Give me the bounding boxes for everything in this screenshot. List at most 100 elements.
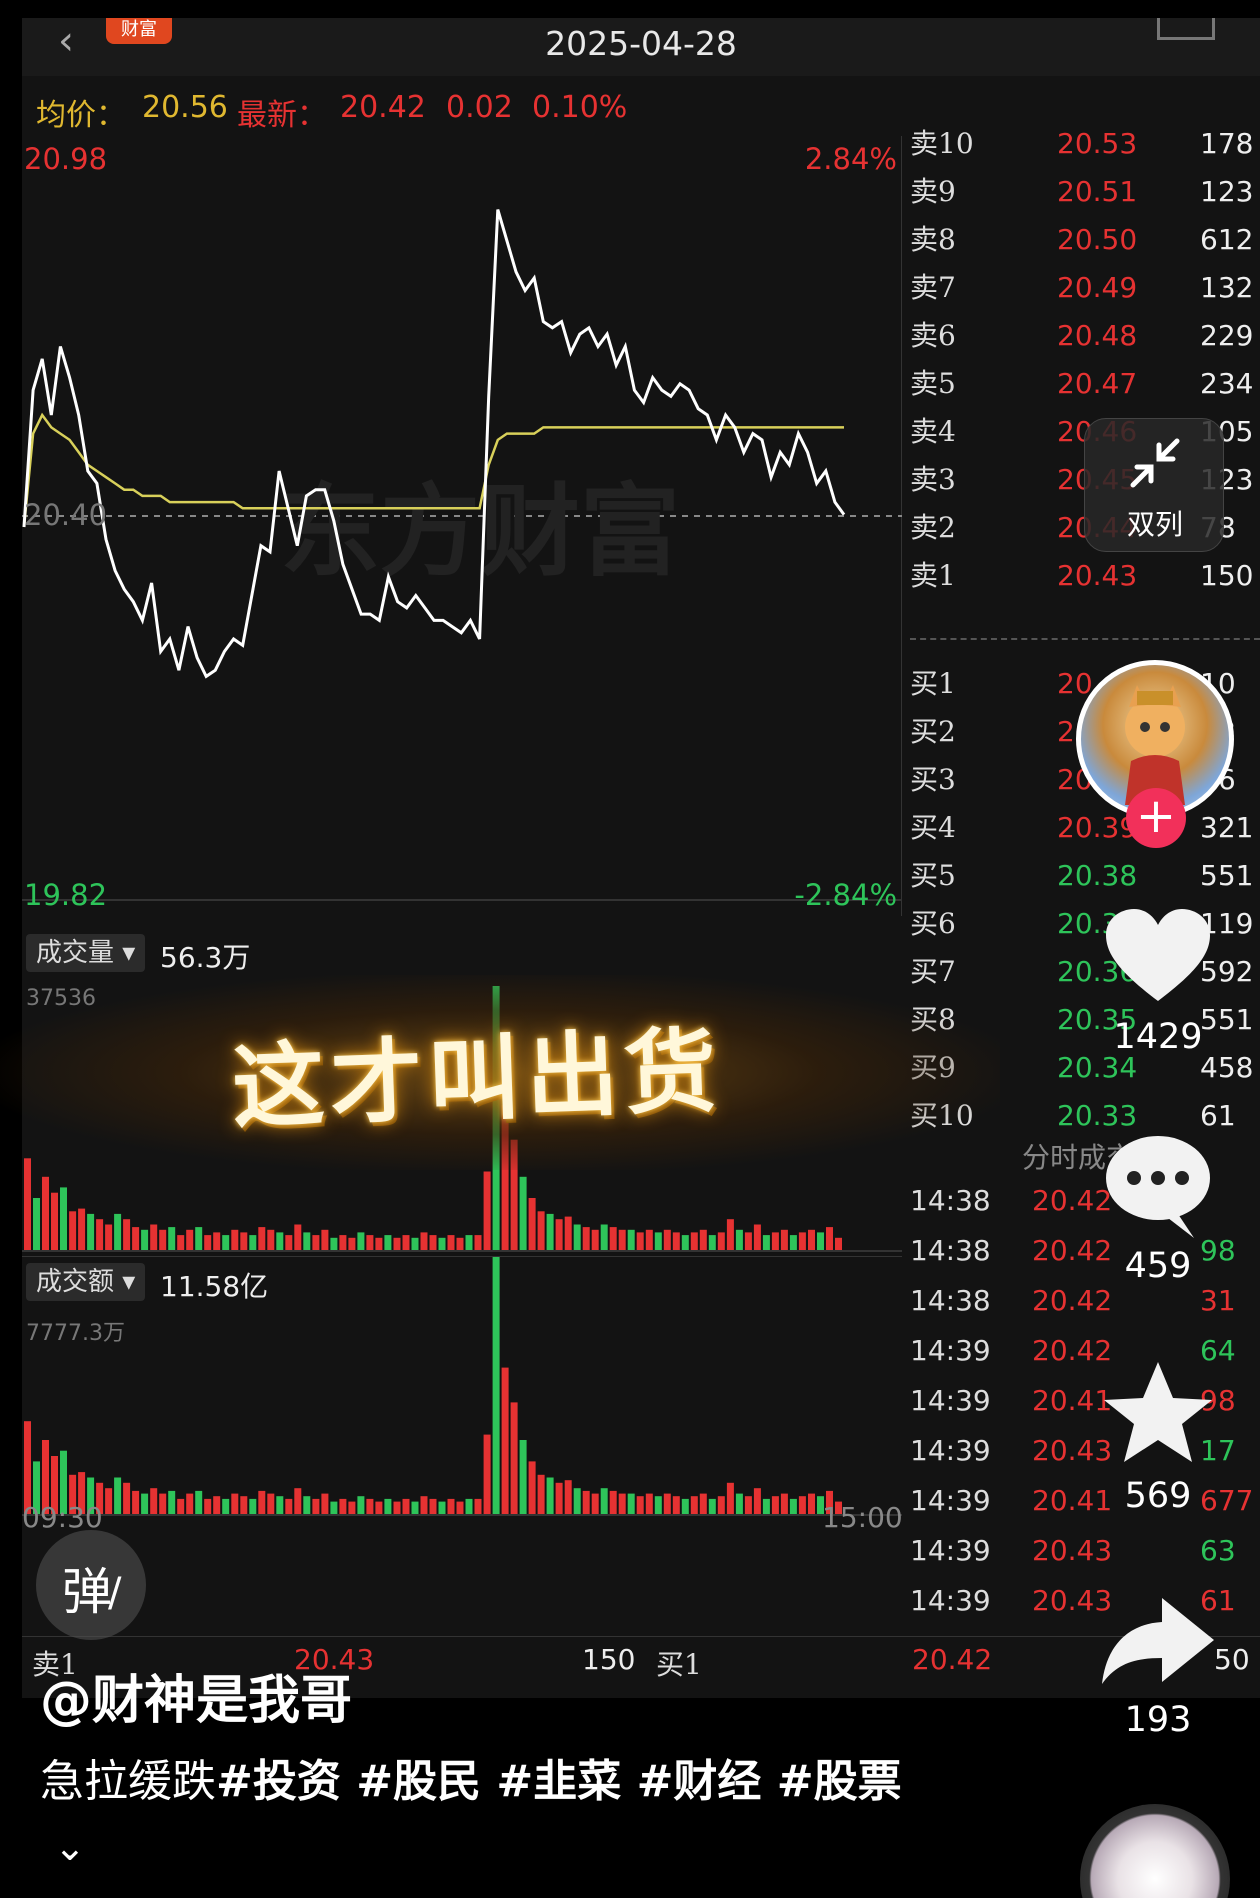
- favorite-count: 569: [1124, 1476, 1192, 1516]
- fullscreen-icon[interactable]: [1157, 18, 1215, 40]
- amount-bar: [105, 1488, 113, 1515]
- amount-bars-svg: [22, 1257, 902, 1516]
- amount-bar: [123, 1482, 131, 1515]
- volume-bar: [312, 1235, 320, 1251]
- volume-bar: [465, 1235, 473, 1251]
- heart-icon: [1106, 909, 1210, 1001]
- expand-chevron-icon[interactable]: ⌄: [54, 1815, 86, 1879]
- amount-bar: [519, 1440, 527, 1515]
- tick-price: 20.43: [1032, 1534, 1113, 1567]
- volume-bar: [384, 1235, 392, 1251]
- amount-bar: [393, 1501, 401, 1515]
- tick-row: 14:39 20.43 63: [910, 1526, 1260, 1576]
- volume-bar: [726, 1219, 734, 1251]
- intraday-price-chart[interactable]: 东方财富 20.98 2.84% 20.40 19.82 -2.84%: [22, 136, 902, 916]
- ask-row[interactable]: 卖7 20.49 132: [910, 264, 1260, 312]
- bottom-vol: 50: [1214, 1643, 1250, 1676]
- volume-bar: [195, 1227, 203, 1251]
- volume-bar: [276, 1232, 284, 1251]
- hashtag-link[interactable]: #股票: [761, 1756, 902, 1807]
- volume-bar: [429, 1235, 437, 1251]
- order-book-divider: [910, 638, 1260, 640]
- hashtag-link[interactable]: #股民: [341, 1756, 481, 1807]
- volume-bar: [96, 1219, 104, 1251]
- volume-bar: [744, 1232, 752, 1251]
- amount-bar: [456, 1501, 464, 1515]
- favorite-action[interactable]: 569: [1098, 1358, 1218, 1518]
- volume-bar: [672, 1232, 680, 1251]
- volume-bar: [699, 1229, 707, 1251]
- like-action[interactable]: 1429: [1098, 905, 1218, 1057]
- price-chart-svg: 东方财富: [22, 209, 902, 901]
- danmaku-button[interactable]: 弹 /: [36, 1530, 146, 1640]
- share-count: 193: [1124, 1700, 1192, 1740]
- amount-bar: [537, 1474, 545, 1515]
- reference-label: 20.40: [24, 498, 108, 532]
- ask-price: 20.50: [1057, 223, 1138, 256]
- ask-level-label: 卖7: [910, 271, 956, 304]
- hashtag-link[interactable]: #投资: [216, 1756, 341, 1807]
- amount-bar: [141, 1493, 149, 1515]
- volume-bar: [591, 1229, 599, 1251]
- tick-time: 14:38: [910, 1284, 991, 1317]
- amount-bar: [168, 1490, 176, 1515]
- amount-bar: [159, 1493, 167, 1515]
- ask-volume: 234: [1200, 367, 1254, 400]
- amount-bar: [465, 1498, 473, 1515]
- ask-level-label: 卖3: [910, 463, 956, 496]
- amount-bar: [366, 1498, 374, 1515]
- volume-bar: [681, 1235, 689, 1251]
- comment-action[interactable]: 459: [1098, 1130, 1218, 1290]
- amount-bar: [375, 1501, 383, 1515]
- ask-row[interactable]: 卖9 20.51 123: [910, 168, 1260, 216]
- ask-row[interactable]: 卖1 20.43 150: [910, 552, 1260, 600]
- volume-bar: [168, 1227, 176, 1251]
- volume-bar: [627, 1229, 635, 1251]
- hashtag-link[interactable]: #韭菜: [481, 1756, 621, 1807]
- volume-bar: [609, 1227, 617, 1251]
- ask-row[interactable]: 卖8 20.50 612: [910, 216, 1260, 264]
- volume-bar: [564, 1216, 572, 1252]
- volume-bar: [789, 1235, 797, 1251]
- author-name[interactable]: @财神是我哥: [40, 1658, 352, 1733]
- volume-bar: [826, 1227, 833, 1251]
- volume-bar: [456, 1237, 464, 1252]
- volume-bar: [24, 1158, 31, 1252]
- follow-plus-button[interactable]: +: [1126, 788, 1186, 848]
- ask-row[interactable]: 卖10 20.53 178: [910, 120, 1260, 168]
- hashtag-list: #投资 #股民 #韭菜 #财经 #股票: [216, 1756, 902, 1807]
- volume-bar: [519, 1176, 527, 1251]
- volume-bar: [159, 1229, 167, 1251]
- volume-bar: [213, 1232, 221, 1251]
- amount-panel[interactable]: 成交额 ▾ 11.58亿 7777.3万 09:30 15:00: [22, 1256, 903, 1566]
- volume-bar: [573, 1224, 581, 1251]
- volume-bar: [528, 1198, 536, 1251]
- share-action[interactable]: 193: [1098, 1592, 1218, 1762]
- hashtag-link[interactable]: #财经: [621, 1756, 762, 1807]
- music-disc[interactable]: [1080, 1804, 1230, 1898]
- double-column-button[interactable]: 双列: [1084, 418, 1224, 552]
- bid-row[interactable]: 买5 20.38 551: [910, 852, 1260, 900]
- volume-bar: [537, 1211, 545, 1252]
- volume-bar: [411, 1237, 419, 1252]
- amount-bar: [564, 1480, 572, 1515]
- comment-bubble-icon: [1106, 1136, 1210, 1238]
- video-caption: @财神是我哥 急拉缓跌#投资 #股民 #韭菜 #财经 #股票 ⌄: [40, 1658, 1080, 1898]
- amount-bar: [654, 1496, 662, 1515]
- ask-row[interactable]: 卖5 20.47 234: [910, 360, 1260, 408]
- ask-price: 20.53: [1057, 127, 1138, 160]
- trade-date: 2025-04-28: [545, 24, 737, 63]
- tick-volume: 63: [1200, 1534, 1236, 1567]
- amount-bar: [429, 1498, 437, 1515]
- amount-bar: [600, 1488, 608, 1515]
- amount-bar: [808, 1493, 815, 1515]
- volume-bar: [835, 1237, 842, 1252]
- amount-bar: [798, 1496, 806, 1515]
- volume-bar: [690, 1232, 698, 1251]
- ask-row[interactable]: 卖6 20.48 229: [910, 312, 1260, 360]
- pct-min-label: -2.84%: [794, 878, 897, 912]
- tick-time: 14:39: [910, 1584, 991, 1617]
- amount-bar: [204, 1498, 212, 1515]
- price-stats-row: 均价： 20.56 最新： 20.42 0.02 0.10%: [22, 76, 902, 136]
- amount-bar: [726, 1482, 734, 1515]
